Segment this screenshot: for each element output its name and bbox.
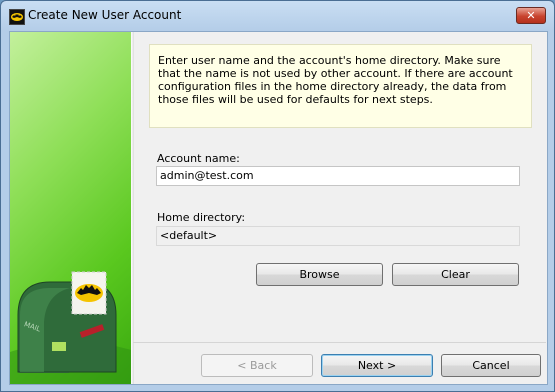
browse-button[interactable]: Browse	[256, 263, 383, 286]
bat-app-icon	[9, 9, 25, 25]
side-banner: MAIL	[10, 32, 131, 384]
home-directory-label: Home directory:	[157, 211, 246, 224]
footer-divider	[133, 342, 546, 343]
mailbox-illustration: MAIL	[10, 271, 131, 384]
account-name-input[interactable]: admin@test.com	[156, 166, 520, 186]
next-button[interactable]: Next >	[321, 354, 433, 377]
account-name-label: Account name:	[157, 152, 240, 165]
dialog-window: Create New User Account ✕ MAIL Enter use…	[0, 0, 555, 392]
home-directory-field[interactable]: <default>	[156, 226, 520, 246]
back-button[interactable]: < Back	[201, 354, 313, 377]
info-text: Enter user name and the account's home d…	[158, 54, 513, 106]
title-bar[interactable]: Create New User Account ✕	[1, 1, 554, 31]
close-icon: ✕	[526, 9, 536, 22]
window-title: Create New User Account	[28, 8, 182, 22]
banner-divider	[131, 32, 134, 384]
dialog-client-area: MAIL Enter user name and the account's h…	[9, 31, 548, 385]
clear-button[interactable]: Clear	[392, 263, 519, 286]
info-panel: Enter user name and the account's home d…	[149, 44, 532, 128]
close-button[interactable]: ✕	[516, 7, 546, 24]
cancel-button[interactable]: Cancel	[441, 354, 541, 377]
